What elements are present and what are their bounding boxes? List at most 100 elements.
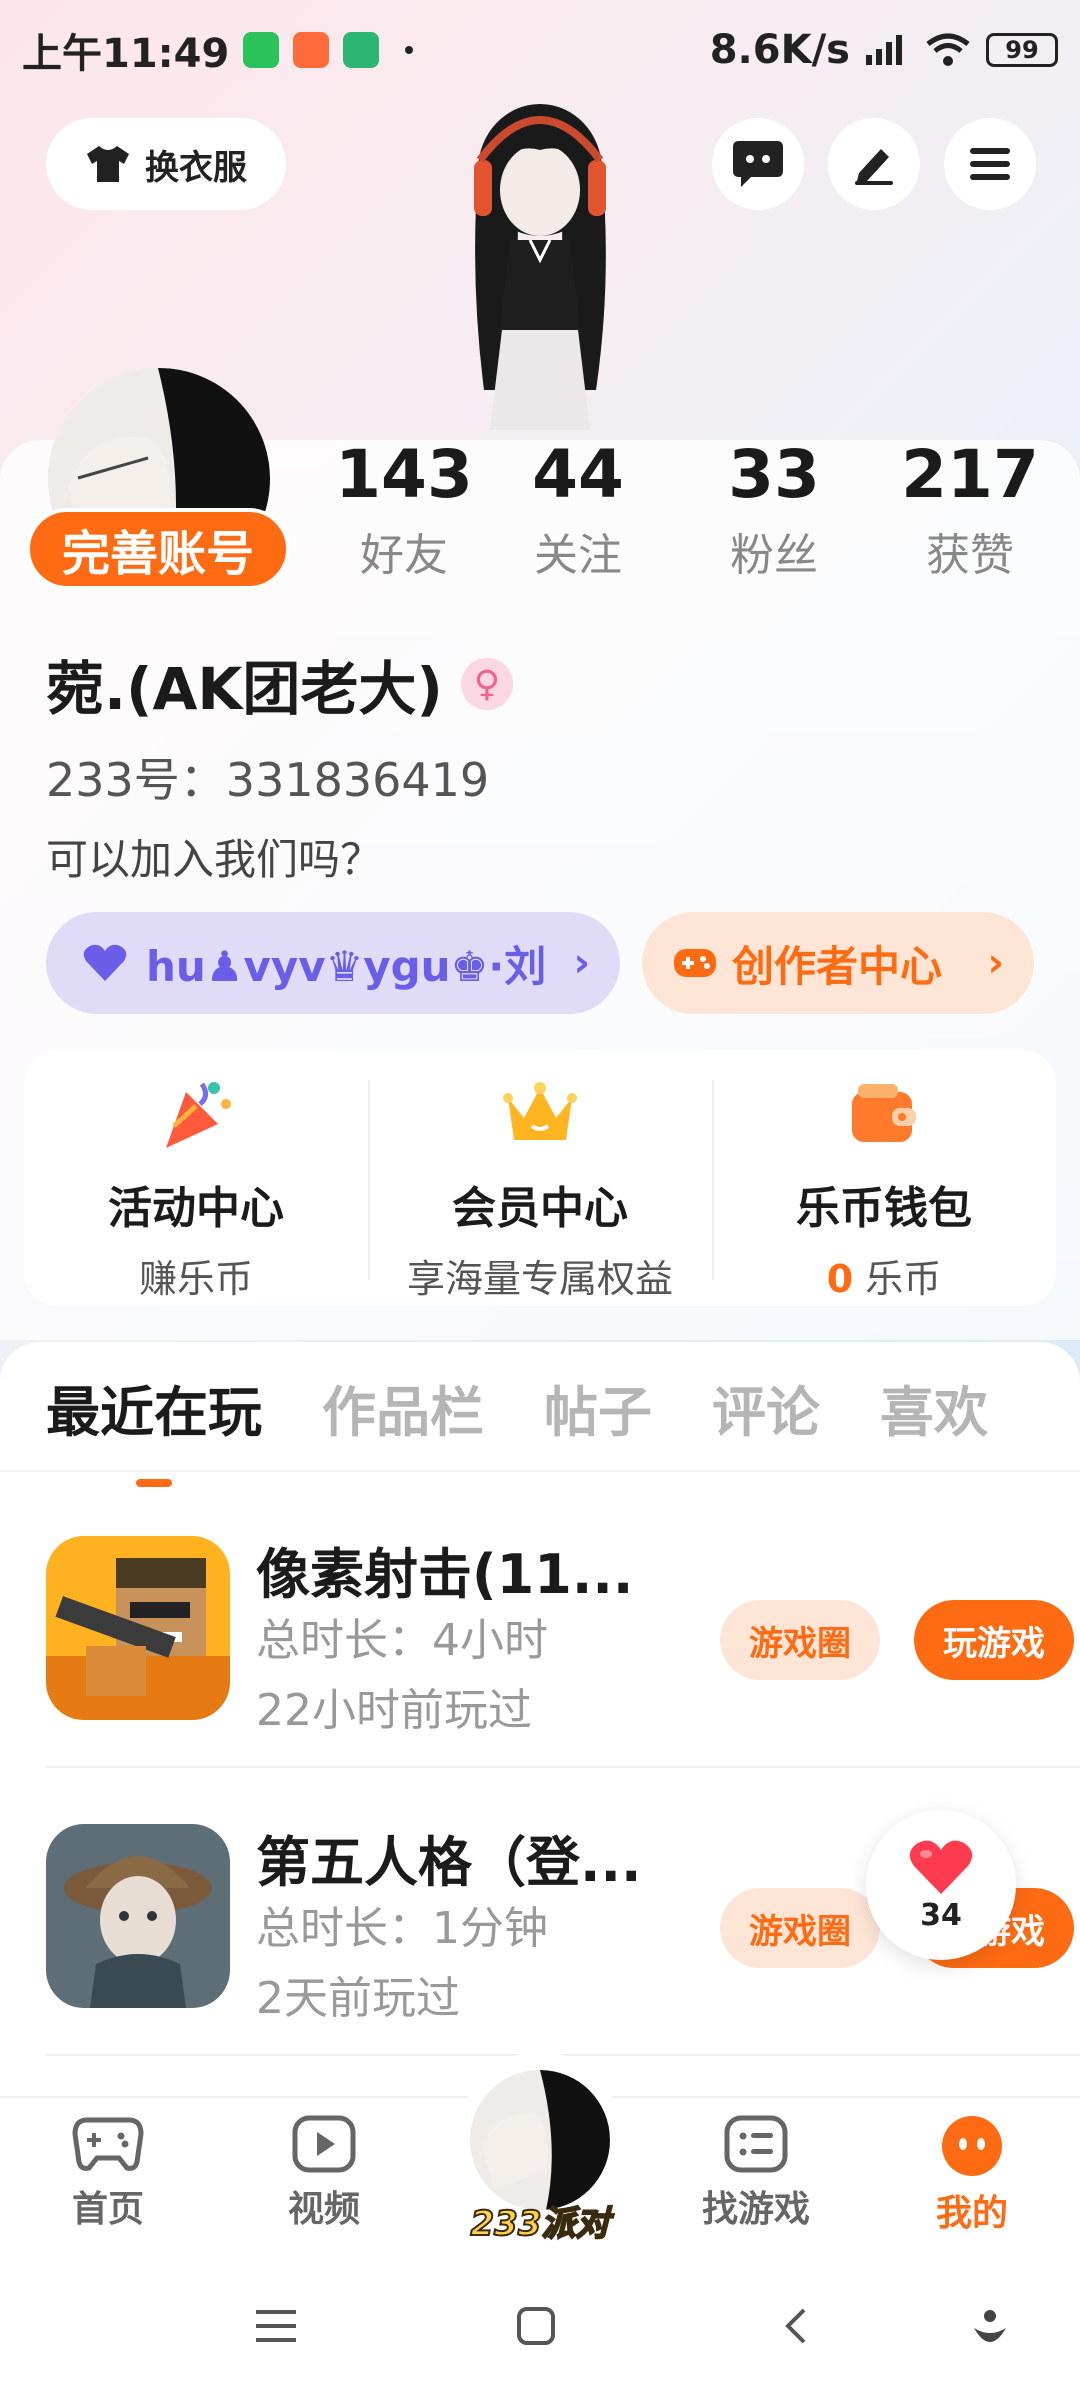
game-last-played: 2天前玩过 [256,1973,460,2024]
chat-bubble-icon [733,141,783,187]
profile-face-icon [942,2116,1002,2176]
chevron-right-icon: › [573,940,590,986]
like-floating-button[interactable]: 34 [866,1810,1016,1960]
stat-friends[interactable]: 143 好友 [324,440,484,583]
creator-center-label: 创作者中心 [732,941,943,991]
bio: 可以加入我们吗？ [46,835,383,884]
pen-icon [855,149,893,185]
heart-icon [83,944,127,981]
gamepad-icon [674,949,716,977]
nav-mine-label: 我的 [935,2193,1008,2234]
identity-v-game-icon[interactable] [46,1824,230,2008]
crown-icon [503,1082,577,1140]
coin-wallet-link[interactable]: 乐币钱包 0 乐币 [712,1050,1056,1306]
coin-unit: 乐币 [865,1257,942,1301]
stat-following[interactable]: 44 关注 [498,440,658,583]
tab-comments[interactable]: 评论 [712,1368,820,1447]
vip-center-subtitle: 享海量专属权益 [406,1257,673,1301]
coin-balance: 0 [826,1257,854,1301]
security-icon [343,32,380,68]
messages-button[interactable] [712,118,804,210]
stat-fans[interactable]: 33 粉丝 [694,440,854,583]
activity-center-title: 活动中心 [108,1183,284,1234]
nickname-row: 菀.(AK团老大) ♀ [46,642,513,726]
stat-following-label: 关注 [534,530,622,582]
nav-video[interactable]: 视频 [244,2114,404,2232]
activity-center-subtitle: 赚乐币 [138,1257,253,1301]
group-tag-button[interactable]: hu♟vyv♛ygu♚·刘 › [46,912,620,1014]
coin-wallet-subtitle: 0 乐币 [827,1248,942,1303]
game-circle-button[interactable]: 游戏圈 [720,1888,880,1968]
tab-works[interactable]: 作品栏 [322,1368,484,1447]
game-circle-button[interactable]: 游戏圈 [720,1600,880,1680]
nav-find-games[interactable]: 找游戏 [676,2114,836,2232]
stat-friends-label: 好友 [360,530,448,582]
profile-tabs: 最近在玩 作品栏 帖子 评论 喜欢 [0,1342,1080,1472]
play-game-button[interactable]: 玩游戏 [914,1600,1074,1680]
party-center-avatar[interactable] [470,2070,610,2210]
tabs-divider [0,1470,1080,1472]
change-outfit-label: 换衣服 [145,147,247,188]
list-icon [724,2115,788,2173]
wechat-icon [243,32,280,68]
stat-following-value: 44 [532,436,624,513]
vip-center-title: 会员中心 [452,1183,628,1234]
change-outfit-button[interactable]: 换衣服 [46,118,286,210]
shirt-icon [87,146,129,182]
home-icon[interactable] [516,2306,556,2346]
female-gender-icon: ♀ [460,658,513,710]
gamepad-icon [72,2117,144,2171]
game-name: 像素射击(11... [256,1543,634,1606]
chevron-right-icon: › [987,940,1004,986]
tab-posts[interactable]: 帖子 [544,1368,652,1447]
group-tag-label: hu♟vyv♛ygu♚·刘 [146,941,547,991]
game-duration: 总时长：1分钟 [256,1903,548,1954]
nav-home[interactable]: 首页 [28,2114,188,2232]
game-name: 第五人格（登... [256,1831,642,1894]
edit-profile-button[interactable] [828,118,920,210]
menu-button[interactable] [944,118,1036,210]
user-id[interactable]: 233号：331836419 [46,744,489,810]
complete-account-button[interactable]: 完善账号 [26,508,290,590]
nav-home-label: 首页 [71,2189,144,2230]
nickname: 菀.(AK团老大) [46,655,443,723]
battery-indicator: 99 [986,33,1058,67]
stat-likes[interactable]: 217 获赞 [890,440,1050,583]
stat-fans-value: 33 [728,436,820,513]
wallet-icon [852,1084,916,1142]
vip-center-link[interactable]: 会员中心 享海量专属权益 [368,1050,712,1306]
recent-apps-icon[interactable] [254,2306,298,2346]
avatar-character-figure[interactable] [440,100,640,440]
party-popper-icon [166,1082,231,1148]
assistant-icon[interactable] [970,2306,1010,2350]
system-navigation-bar [0,2266,1080,2400]
video-play-icon [292,2115,356,2173]
party-center-label[interactable]: 233派对 [462,2196,618,2245]
stat-likes-label: 获赞 [926,530,1014,582]
signal-icon [866,35,902,65]
network-speed: 8.6K/s [709,27,850,73]
tab-likes[interactable]: 喜欢 [880,1368,988,1447]
like-count: 34 [920,1897,962,1933]
nav-video-label: 视频 [287,2189,360,2230]
game-duration: 总时长：4小时 [256,1615,548,1666]
heart-icon [909,1840,973,1894]
row-divider [46,1766,1080,1768]
stat-friends-value: 143 [335,436,473,513]
quick-links-card: 活动中心 赚乐币 会员中心 享海量专属权益 乐币钱包 0 乐币 [24,1050,1056,1306]
pixel-gun-game-icon[interactable] [46,1536,230,1720]
status-bar: 上午11:49 8.6K/s 99 [0,0,1080,100]
coin-wallet-title: 乐币钱包 [796,1183,972,1234]
activity-center-link[interactable]: 活动中心 赚乐币 [24,1050,368,1306]
status-time: 上午11:49 [22,31,230,77]
creator-center-button[interactable]: 创作者中心 › [642,912,1034,1014]
app-notification-icon [293,32,330,68]
more-notifications-icon [405,46,414,54]
wifi-icon [926,33,970,66]
stat-fans-label: 粉丝 [730,530,818,582]
nav-find-games-label: 找游戏 [701,2189,810,2230]
tab-recently-played[interactable]: 最近在玩 [46,1368,262,1447]
back-icon[interactable] [780,2306,810,2346]
game-row[interactable]: 像素射击(11... 总时长：4小时 22小时前玩过 游戏圈 玩游戏 [46,1500,1080,1740]
nav-mine[interactable]: 我的 [892,2114,1052,2236]
